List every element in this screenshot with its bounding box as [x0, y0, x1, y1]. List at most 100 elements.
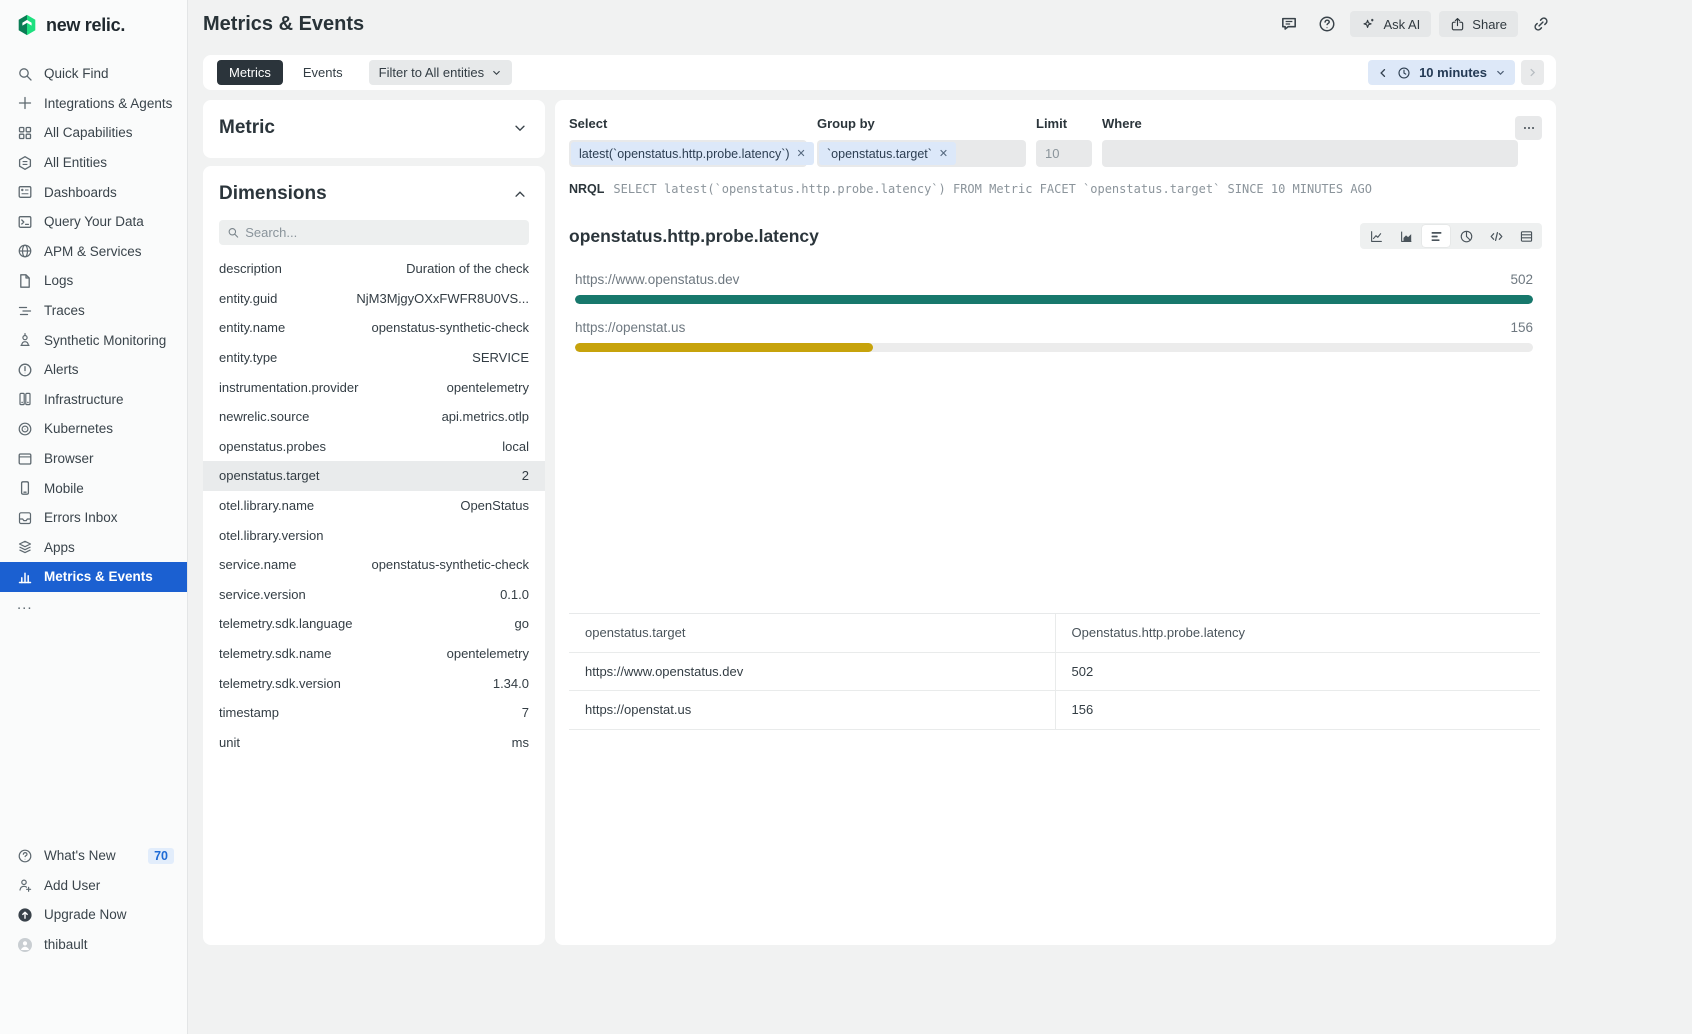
add-user-item[interactable]: Add User — [0, 871, 187, 901]
dimension-row[interactable]: otel.library.version — [203, 520, 545, 550]
dimension-row[interactable]: openstatus.probeslocal — [203, 432, 545, 462]
chevron-left-icon[interactable] — [1377, 67, 1389, 79]
sidebar-item-alerts[interactable]: Alerts — [0, 355, 187, 385]
dimension-value: Duration of the check — [406, 261, 529, 276]
sidebar-item-all-capabilities[interactable]: All Capabilities — [0, 118, 187, 148]
nrql-query-text: SELECT latest(`openstatus.http.probe.lat… — [613, 182, 1372, 196]
dimension-value: api.metrics.otlp — [442, 409, 529, 424]
select-token: latest(`openstatus.http.probe.latency`) … — [571, 142, 814, 165]
dimension-row[interactable]: timestamp7 — [203, 698, 545, 728]
sidebar-item-apps[interactable]: Apps — [0, 533, 187, 563]
limit-field[interactable]: 10 — [1036, 140, 1092, 167]
group-by-field[interactable]: `openstatus.target` ✕ — [817, 140, 1026, 167]
sidebar-item-synthetic-monitoring[interactable]: Synthetic Monitoring — [0, 325, 187, 355]
select-field[interactable]: latest(`openstatus.http.probe.latency`) … — [569, 140, 807, 167]
remove-token-icon[interactable]: ✕ — [797, 147, 806, 160]
group-by-token-text: `openstatus.target` — [827, 147, 932, 161]
more-options-button[interactable] — [1515, 116, 1542, 140]
new-relic-logo[interactable]: new relic. — [0, 0, 187, 37]
dimension-search[interactable] — [219, 220, 529, 245]
sidebar-item-metrics-events[interactable]: Metrics & Events — [0, 562, 187, 592]
user-name: thibault — [44, 937, 88, 952]
dimension-row[interactable]: entity.nameopenstatus-synthetic-check — [203, 313, 545, 343]
chart-type-toolbar — [1360, 223, 1542, 249]
dimension-row[interactable]: service.version0.1.0 — [203, 580, 545, 610]
dimension-row[interactable]: entity.guidNjM3MjgyOXxFWFR8U0VS... — [203, 284, 545, 314]
dimension-row[interactable]: instrumentation.provideropentelemetry — [203, 372, 545, 402]
dimension-name: instrumentation.provider — [219, 380, 358, 395]
sparkle-icon — [1361, 17, 1376, 32]
dimension-value: OpenStatus — [460, 498, 529, 513]
sidebar-item-apm-services[interactable]: APM & Services — [0, 237, 187, 267]
chevron-up-icon[interactable] — [513, 187, 527, 201]
dimension-row[interactable]: unitms — [203, 728, 545, 758]
bar-category-label: https://openstat.us — [575, 320, 685, 335]
area-chart-icon[interactable] — [1392, 225, 1420, 247]
dimension-value: NjM3MjgyOXxFWFR8U0VS... — [356, 291, 529, 306]
dimension-name: unit — [219, 735, 240, 750]
dimension-search-input[interactable] — [245, 225, 521, 240]
feedback-button[interactable] — [1274, 11, 1304, 37]
result-table: openstatus.target Openstatus.http.probe.… — [569, 613, 1540, 730]
remove-token-icon[interactable]: ✕ — [939, 147, 948, 160]
time-range-dropdown[interactable]: 10 minutes — [1368, 60, 1515, 85]
dimension-row-selected[interactable]: openstatus.target2 — [203, 461, 545, 491]
sidebar-item-kubernetes[interactable]: Kubernetes — [0, 414, 187, 444]
ask-ai-button[interactable]: Ask AI — [1350, 11, 1431, 37]
sidebar-more-button[interactable]: ... — [0, 592, 187, 618]
dimension-row[interactable]: descriptionDuration of the check — [203, 254, 545, 284]
sidebar-item-quick-find[interactable]: Quick Find — [0, 59, 187, 89]
help-button[interactable] — [1312, 11, 1342, 37]
sidebar-item-dashboards[interactable]: Dashboards — [0, 177, 187, 207]
tab-metrics[interactable]: Metrics — [217, 60, 283, 85]
dimension-row[interactable]: entity.typeSERVICE — [203, 343, 545, 373]
entity-filter-dropdown[interactable]: Filter to All entities — [369, 60, 513, 85]
table-cell: 156 — [1055, 691, 1541, 729]
share-button[interactable]: Share — [1439, 11, 1518, 37]
entity-filter-label: Filter to All entities — [379, 65, 485, 80]
code-view-icon[interactable] — [1482, 225, 1510, 247]
dimension-row[interactable]: telemetry.sdk.nameopentelemetry — [203, 639, 545, 669]
bar-group: https://www.openstatus.dev 502 — [575, 272, 1533, 304]
sidebar-item-logs[interactable]: Logs — [0, 266, 187, 296]
dimension-row[interactable]: telemetry.sdk.languagego — [203, 609, 545, 639]
permalink-button[interactable] — [1526, 11, 1556, 37]
upgrade-icon — [17, 907, 33, 923]
time-forward-button[interactable] — [1521, 60, 1544, 85]
upgrade-now-item[interactable]: Upgrade Now — [0, 900, 187, 930]
pie-chart-icon[interactable] — [1452, 225, 1480, 247]
help-circle-icon — [17, 848, 33, 864]
sidebar-item-traces[interactable]: Traces — [0, 296, 187, 326]
dimension-name: telemetry.sdk.version — [219, 676, 341, 691]
tab-events[interactable]: Events — [291, 60, 355, 85]
dimension-row[interactable]: telemetry.sdk.version1.34.0 — [203, 668, 545, 698]
sidebar-item-integrations[interactable]: Integrations & Agents — [0, 89, 187, 119]
where-field[interactable] — [1102, 140, 1518, 167]
metric-panel-title: Metric — [219, 117, 275, 139]
sidebar-item-label: Infrastructure — [44, 392, 124, 407]
table-header-row: openstatus.target Openstatus.http.probe.… — [569, 614, 1540, 653]
table-view-icon[interactable] — [1512, 225, 1540, 247]
servers-icon — [17, 391, 33, 407]
sidebar-item-label: APM & Services — [44, 244, 142, 259]
bar-chart-icon[interactable] — [1422, 225, 1450, 247]
page-header: Metrics & Events Ask AI Share — [189, 0, 1556, 48]
sidebar-item-mobile[interactable]: Mobile — [0, 473, 187, 503]
sidebar-item-browser[interactable]: Browser — [0, 444, 187, 474]
line-chart-icon[interactable] — [1362, 225, 1390, 247]
table-row: https://www.openstatus.dev 502 — [569, 653, 1540, 692]
sidebar-item-errors-inbox[interactable]: Errors Inbox — [0, 503, 187, 533]
logo-text: new relic. — [46, 15, 125, 36]
sidebar-item-query-your-data[interactable]: Query Your Data — [0, 207, 187, 237]
user-account-item[interactable]: thibault — [0, 930, 187, 960]
dimension-row[interactable]: service.nameopenstatus-synthetic-check — [203, 550, 545, 580]
bar-group: https://openstat.us 156 — [575, 320, 1533, 352]
chevron-down-icon[interactable] — [513, 121, 527, 135]
sidebar-item-infrastructure[interactable]: Infrastructure — [0, 385, 187, 415]
whats-new-item[interactable]: What's New 70 — [0, 841, 187, 871]
sidebar-item-all-entities[interactable]: All Entities — [0, 148, 187, 178]
table-row: https://openstat.us 156 — [569, 691, 1540, 730]
dimension-row[interactable]: newrelic.sourceapi.metrics.otlp — [203, 402, 545, 432]
phone-icon — [17, 480, 33, 496]
dimension-row[interactable]: otel.library.nameOpenStatus — [203, 491, 545, 521]
